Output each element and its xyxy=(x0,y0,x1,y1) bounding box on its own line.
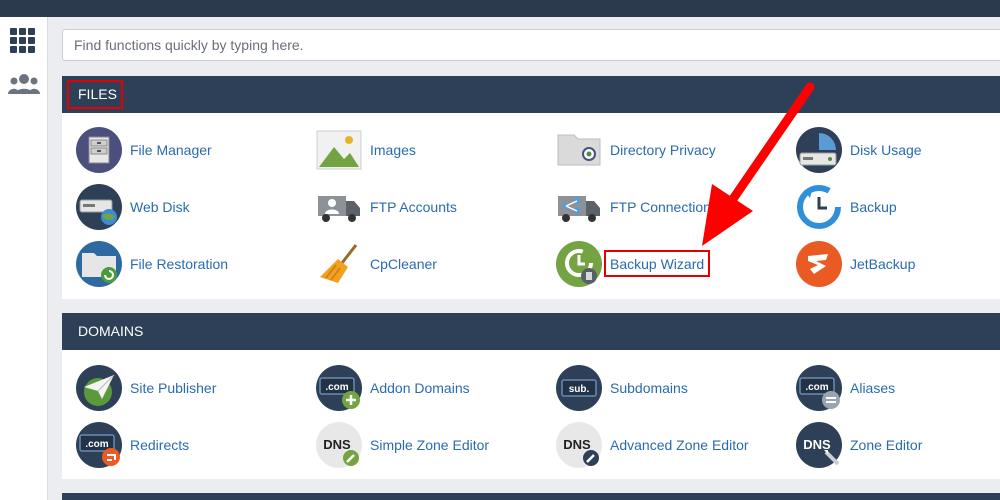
backup-link[interactable]: Backup xyxy=(796,184,1000,230)
zone-editor-label: Zone Editor xyxy=(850,437,923,453)
file-manager-link[interactable]: File Manager xyxy=(76,127,296,173)
ftp-connections-link[interactable]: FTP Connections xyxy=(556,184,776,230)
addon-domains-link[interactable]: .com Addon Domains xyxy=(316,365,536,411)
domains-panel-title: DOMAINS xyxy=(78,323,144,339)
subdomains-badge: sub. xyxy=(569,384,590,395)
directory-privacy-label: Directory Privacy xyxy=(610,142,716,158)
top-bar xyxy=(0,0,1000,17)
redirects-badge: .com xyxy=(85,439,108,450)
jetbackup-icon xyxy=(796,241,842,287)
aliases-icon: .com xyxy=(796,365,842,411)
subdomains-label: Subdomains xyxy=(610,380,688,396)
disk-usage-link[interactable]: Disk Usage xyxy=(796,127,1000,173)
redirects-icon: .com xyxy=(76,422,122,468)
file-restoration-icon xyxy=(76,241,122,287)
ftp-accounts-link[interactable]: FTP Accounts xyxy=(316,184,536,230)
files-panel-title: FILES xyxy=(78,86,117,102)
advanced-zone-editor-icon: DNS xyxy=(556,422,602,468)
backup-label: Backup xyxy=(850,199,897,215)
aliases-link[interactable]: .com Aliases xyxy=(796,365,1000,411)
jetbackup-link[interactable]: JetBackup xyxy=(796,241,1000,287)
simple-zone-editor-label: Simple Zone Editor xyxy=(370,437,490,453)
simple-zone-editor-icon: DNS xyxy=(316,422,362,468)
subdomains-icon: sub. xyxy=(556,365,602,411)
cpcleaner-label: CpCleaner xyxy=(370,256,437,272)
file-restoration-label: File Restoration xyxy=(130,256,229,272)
ftp-connections-label: FTP Connections xyxy=(610,199,718,215)
site-publisher-link[interactable]: Site Publisher xyxy=(76,365,296,411)
disk-usage-label: Disk Usage xyxy=(850,142,922,158)
sidebar xyxy=(0,17,48,500)
site-publisher-icon xyxy=(76,365,122,411)
images-label: Images xyxy=(370,142,416,158)
advanced-zone-editor-link[interactable]: DNS Advanced Zone Editor xyxy=(556,422,776,468)
simple-zone-editor-badge: DNS xyxy=(323,437,351,452)
ftp-connections-icon xyxy=(558,196,600,222)
aliases-badge: .com xyxy=(805,382,828,393)
grid-icon[interactable] xyxy=(7,26,41,56)
backup-icon xyxy=(797,185,841,229)
simple-zone-editor-link[interactable]: DNS Simple Zone Editor xyxy=(316,422,536,468)
next-panel-header xyxy=(62,493,1000,500)
files-panel: FILES File Manager Images Directory Priv… xyxy=(62,76,1000,299)
aliases-label: Aliases xyxy=(850,380,896,396)
file-restoration-link[interactable]: File Restoration xyxy=(76,241,296,287)
directory-privacy-link[interactable]: Directory Privacy xyxy=(556,127,776,173)
users-icon[interactable] xyxy=(7,70,41,100)
disk-usage-icon xyxy=(796,127,842,173)
backup-wizard-link[interactable]: Backup Wizard xyxy=(556,241,776,287)
advanced-zone-editor-badge: DNS xyxy=(563,437,591,452)
images-link[interactable]: Images xyxy=(316,127,536,173)
jetbackup-label: JetBackup xyxy=(850,256,916,272)
redirects-link[interactable]: .com Redirects xyxy=(76,422,296,468)
web-disk-label: Web Disk xyxy=(130,199,190,215)
zone-editor-badge: DNS xyxy=(803,437,831,452)
directory-privacy-icon xyxy=(557,134,601,166)
cpcleaner-link[interactable]: CpCleaner xyxy=(316,241,536,287)
file-manager-label: File Manager xyxy=(130,142,212,158)
domains-panel-header[interactable]: DOMAINS xyxy=(62,313,1000,350)
files-panel-header[interactable]: FILES xyxy=(62,76,1000,113)
zone-editor-link[interactable]: DNS Zone Editor xyxy=(796,422,1000,468)
advanced-zone-editor-label: Advanced Zone Editor xyxy=(610,437,749,453)
redirects-label: Redirects xyxy=(130,437,190,453)
ftp-accounts-label: FTP Accounts xyxy=(370,199,457,215)
cpcleaner-icon xyxy=(320,244,358,283)
addon-domains-badge: .com xyxy=(325,382,348,393)
search-input[interactable] xyxy=(62,29,1000,61)
images-icon xyxy=(316,130,362,170)
domains-panel: DOMAINS Site Publisher .com Addon Domain… xyxy=(62,313,1000,479)
addon-domains-icon: .com xyxy=(316,365,362,411)
addon-domains-label: Addon Domains xyxy=(370,380,470,396)
ftp-accounts-icon xyxy=(318,196,360,222)
web-disk-icon xyxy=(76,184,122,230)
subdomains-link[interactable]: sub. Subdomains xyxy=(556,365,776,411)
main-content: FILES File Manager xyxy=(48,17,1000,500)
file-manager-icon xyxy=(76,127,122,173)
backup-wizard-label: Backup Wizard xyxy=(610,256,705,272)
web-disk-link[interactable]: Web Disk xyxy=(76,184,296,230)
site-publisher-label: Site Publisher xyxy=(130,380,217,396)
backup-wizard-icon xyxy=(556,241,602,287)
zone-editor-icon: DNS xyxy=(796,422,842,468)
